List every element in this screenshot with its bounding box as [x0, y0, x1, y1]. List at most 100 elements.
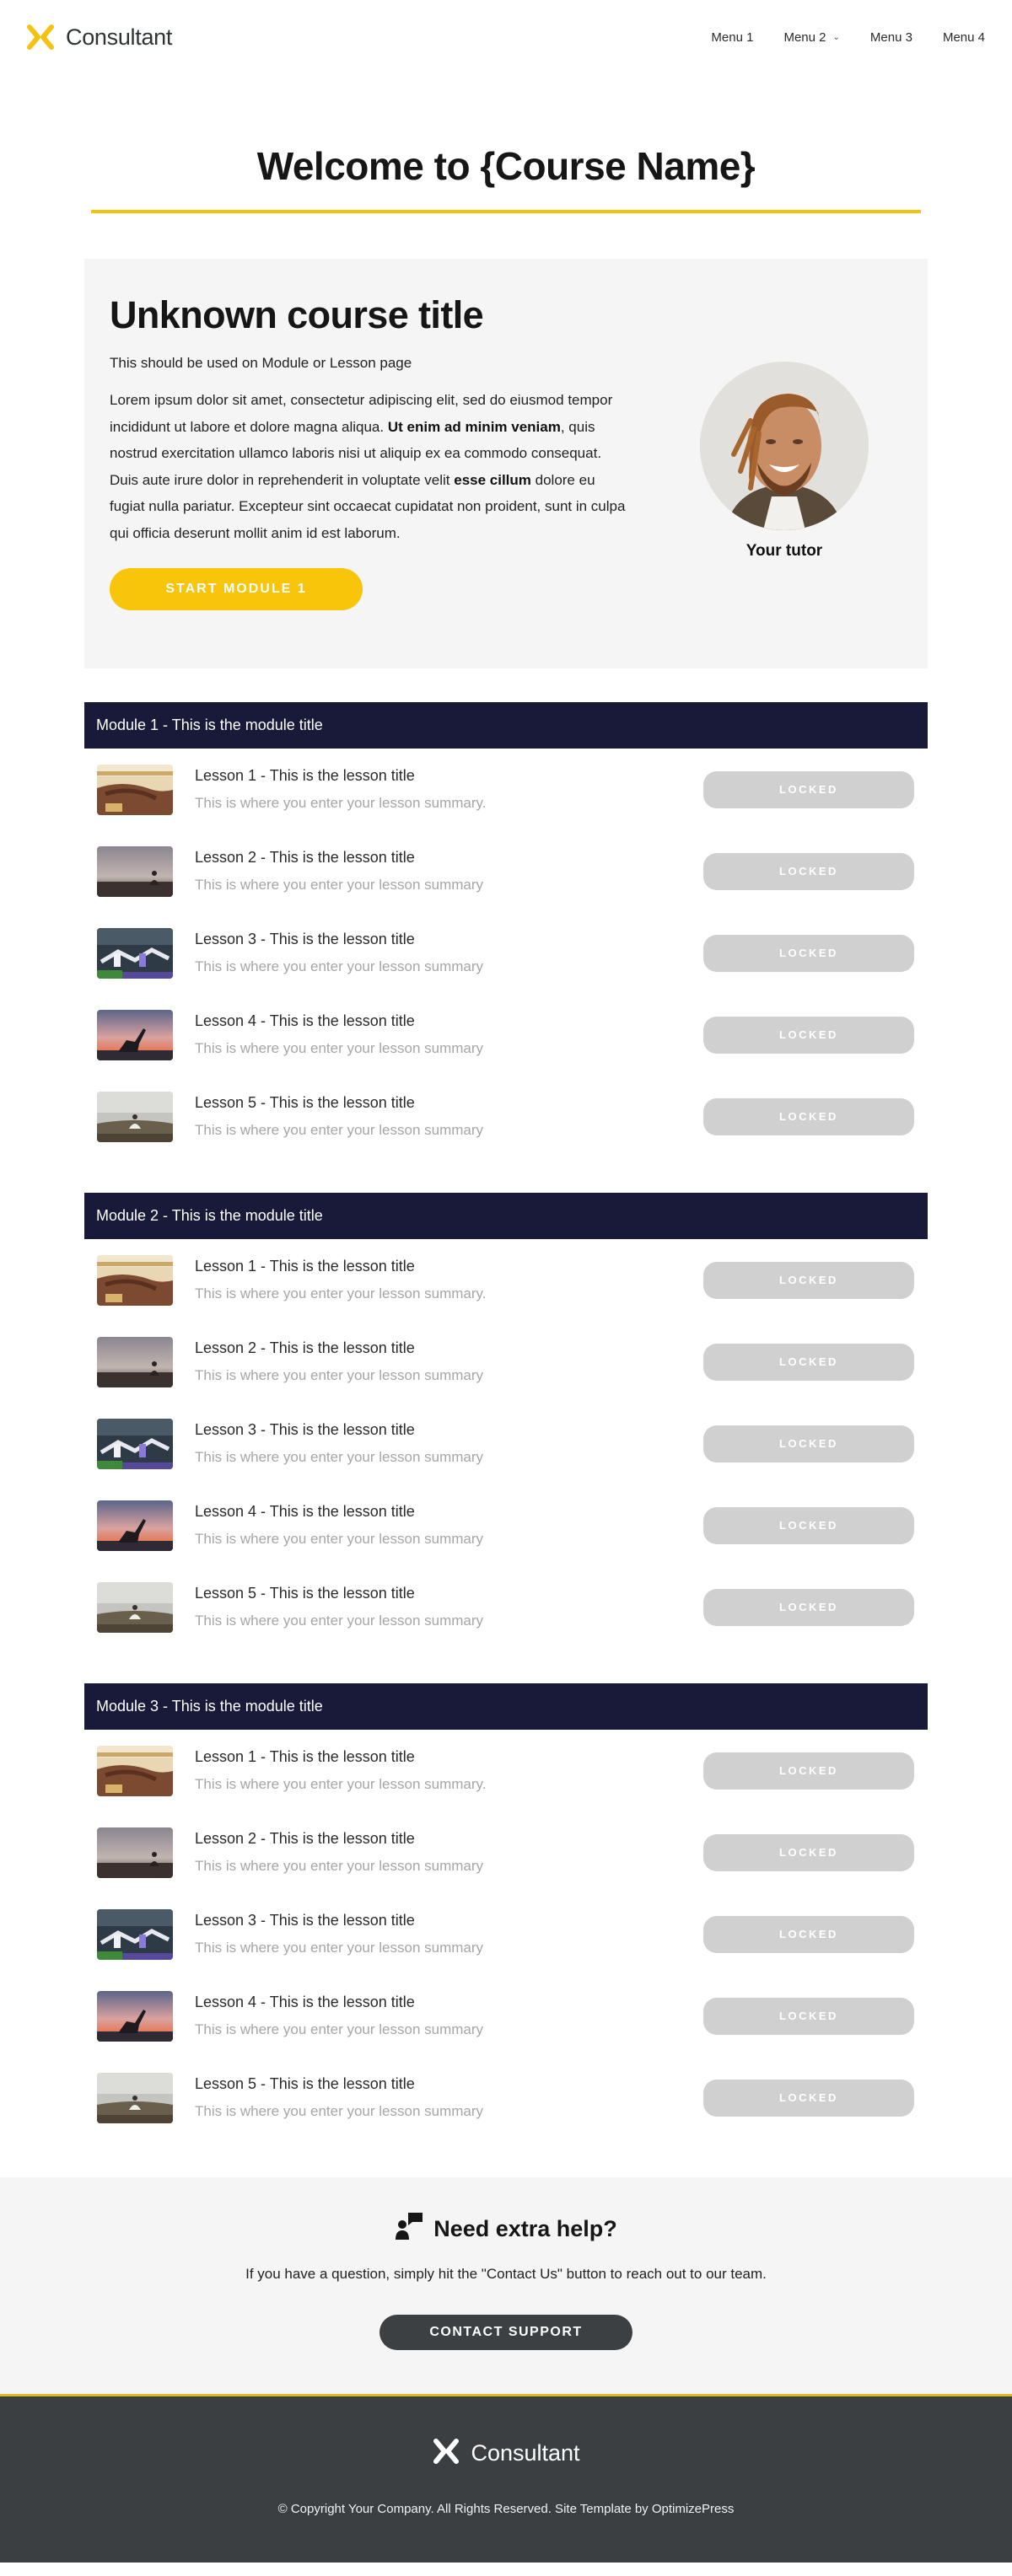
tutor-label: Your tutor: [746, 542, 823, 561]
lesson-title[interactable]: Lesson 1 - This is the lesson title: [195, 1748, 703, 1766]
lesson-thumbnail[interactable]: [97, 1009, 173, 1060]
lesson-row: Lesson 1 - This is the lesson title This…: [84, 749, 928, 830]
main-nav: Menu 1 Menu 2 ⌄ Menu 3 Menu 4: [696, 30, 985, 45]
site-footer: Consultant © Copyright Your Company. All…: [0, 2394, 1012, 2563]
lesson-thumbnail[interactable]: [97, 845, 173, 897]
lesson-thumbnail[interactable]: [97, 927, 173, 979]
help-title: Need extra help?: [433, 2216, 617, 2242]
logo-text: Consultant: [66, 24, 173, 50]
lesson-title[interactable]: Lesson 4 - This is the lesson title: [195, 1012, 703, 1030]
lesson-thumbnail[interactable]: [97, 1500, 173, 1551]
copyright-text: © Copyright Your Company. All Rights Res…: [277, 2502, 735, 2517]
nav-item-menu-3[interactable]: Menu 3: [855, 30, 928, 45]
lesson-locked-button[interactable]: LOCKED: [703, 934, 914, 972]
lesson-row: Lesson 3 - This is the lesson title This…: [84, 1403, 928, 1484]
lesson-locked-button[interactable]: LOCKED: [703, 770, 914, 808]
help-text: If you have a question, simply hit the "…: [245, 2266, 767, 2283]
lesson-thumbnail[interactable]: [97, 1581, 173, 1633]
lesson-thumbnail[interactable]: [97, 1827, 173, 1878]
help-heading: Need extra help?: [0, 2213, 1012, 2246]
lesson-text: Lesson 5 - This is the lesson title This…: [195, 2075, 703, 2120]
contact-support-button[interactable]: CONTACT SUPPORT: [380, 2315, 632, 2351]
lesson-summary: This is where you enter your lesson summ…: [195, 1040, 484, 1057]
tutor-avatar: [700, 362, 869, 531]
lesson-title[interactable]: Lesson 1 - This is the lesson title: [195, 1258, 703, 1275]
lesson-thumbnail[interactable]: [97, 2072, 173, 2123]
lesson-list: Lesson 1 - This is the lesson title This…: [84, 749, 928, 1157]
lesson-thumbnail[interactable]: [97, 1418, 173, 1469]
lesson-text: Lesson 1 - This is the lesson title This…: [195, 1748, 703, 1793]
lesson-thumbnail[interactable]: [97, 1990, 173, 2042]
lesson-title[interactable]: Lesson 2 - This is the lesson title: [195, 1830, 703, 1848]
lesson-row: Lesson 5 - This is the lesson title This…: [84, 1566, 928, 1648]
module-header[interactable]: Module 3 - This is the module title: [84, 1683, 928, 1731]
logo[interactable]: Consultant: [25, 24, 172, 51]
welcome-section: Welcome to {Course Name}: [0, 74, 1012, 214]
lesson-locked-button[interactable]: LOCKED: [703, 1425, 914, 1462]
course-subtitle: This should be used on Module or Lesson …: [110, 355, 412, 372]
lesson-row: Lesson 5 - This is the lesson title This…: [84, 1076, 928, 1157]
module-header[interactable]: Module 1 - This is the module title: [84, 702, 928, 749]
nav-item-menu-4[interactable]: Menu 4: [928, 30, 985, 45]
lesson-title[interactable]: Lesson 5 - This is the lesson title: [195, 2075, 703, 2093]
lesson-text: Lesson 5 - This is the lesson title This…: [195, 1094, 703, 1139]
lesson-locked-button[interactable]: LOCKED: [703, 1833, 914, 1871]
lesson-summary: This is where you enter your lesson summ…: [195, 1285, 487, 1302]
lesson-locked-button[interactable]: LOCKED: [703, 852, 914, 890]
lesson-title[interactable]: Lesson 2 - This is the lesson title: [195, 849, 703, 867]
lesson-row: Lesson 4 - This is the lesson title This…: [84, 1975, 928, 2057]
lesson-locked-button[interactable]: LOCKED: [703, 1915, 914, 1953]
lesson-text: Lesson 5 - This is the lesson title This…: [195, 1585, 703, 1629]
lesson-title[interactable]: Lesson 5 - This is the lesson title: [195, 1585, 703, 1602]
footer-logo[interactable]: Consultant: [432, 2439, 580, 2468]
lesson-text: Lesson 3 - This is the lesson title This…: [195, 931, 703, 975]
lesson-title[interactable]: Lesson 4 - This is the lesson title: [195, 1994, 703, 2011]
lesson-title[interactable]: Lesson 3 - This is the lesson title: [195, 1421, 703, 1439]
nav-item-menu-1[interactable]: Menu 1: [696, 30, 768, 45]
lesson-text: Lesson 3 - This is the lesson title This…: [195, 1912, 703, 1956]
lesson-row: Lesson 5 - This is the lesson title This…: [84, 2057, 928, 2139]
lesson-locked-button[interactable]: LOCKED: [703, 2079, 914, 2117]
lesson-locked-button[interactable]: LOCKED: [703, 1261, 914, 1299]
lesson-summary: This is where you enter your lesson summ…: [195, 877, 484, 894]
lesson-title[interactable]: Lesson 1 - This is the lesson title: [195, 767, 703, 785]
lesson-summary: This is where you enter your lesson summ…: [195, 1531, 484, 1548]
lesson-row: Lesson 4 - This is the lesson title This…: [84, 1484, 928, 1566]
tutor-card: Your tutor: [632, 292, 902, 643]
lesson-summary: This is where you enter your lesson summ…: [195, 1122, 484, 1139]
lesson-thumbnail[interactable]: [97, 1336, 173, 1387]
logo-x-icon: [432, 2439, 460, 2468]
lesson-title[interactable]: Lesson 3 - This is the lesson title: [195, 1912, 703, 1929]
lesson-locked-button[interactable]: LOCKED: [703, 1016, 914, 1054]
lesson-locked-button[interactable]: LOCKED: [703, 1752, 914, 1790]
lesson-text: Lesson 2 - This is the lesson title This…: [195, 1830, 703, 1875]
lesson-locked-button[interactable]: LOCKED: [703, 1097, 914, 1135]
lesson-thumbnail[interactable]: [97, 1254, 173, 1306]
lesson-row: Lesson 2 - This is the lesson title This…: [84, 1811, 928, 1893]
title-divider: [91, 210, 921, 214]
lesson-list: Lesson 1 - This is the lesson title This…: [84, 1239, 928, 1648]
lesson-locked-button[interactable]: LOCKED: [703, 1588, 914, 1626]
help-section: Need extra help? If you have a question,…: [0, 2177, 1012, 2395]
lesson-thumbnail[interactable]: [97, 1908, 173, 1960]
lesson-locked-button[interactable]: LOCKED: [703, 1343, 914, 1381]
lesson-title[interactable]: Lesson 5 - This is the lesson title: [195, 1094, 703, 1112]
lesson-title[interactable]: Lesson 2 - This is the lesson title: [195, 1339, 703, 1357]
lesson-thumbnail[interactable]: [97, 1091, 173, 1142]
lesson-locked-button[interactable]: LOCKED: [703, 1506, 914, 1544]
module-title: Module 2 - This is the module title: [96, 1207, 323, 1225]
lesson-thumbnail[interactable]: [97, 1745, 173, 1796]
start-module-button[interactable]: START MODULE 1: [110, 568, 363, 611]
lesson-summary: This is where you enter your lesson summ…: [195, 1776, 487, 1793]
nav-item-menu-2[interactable]: Menu 2 ⌄: [768, 30, 854, 45]
module-header[interactable]: Module 2 - This is the module title: [84, 1193, 928, 1240]
lesson-locked-button[interactable]: LOCKED: [703, 1997, 914, 2035]
lesson-list: Lesson 1 - This is the lesson title This…: [84, 1730, 928, 2139]
lesson-row: Lesson 3 - This is the lesson title This…: [84, 912, 928, 994]
nav-label: Menu 4: [942, 30, 985, 45]
lesson-title[interactable]: Lesson 3 - This is the lesson title: [195, 931, 703, 948]
lesson-thumbnail[interactable]: [97, 764, 173, 815]
lesson-title[interactable]: Lesson 4 - This is the lesson title: [195, 1503, 703, 1521]
footer-logo-text: Consultant: [471, 2440, 580, 2466]
lesson-text: Lesson 2 - This is the lesson title This…: [195, 1339, 703, 1384]
